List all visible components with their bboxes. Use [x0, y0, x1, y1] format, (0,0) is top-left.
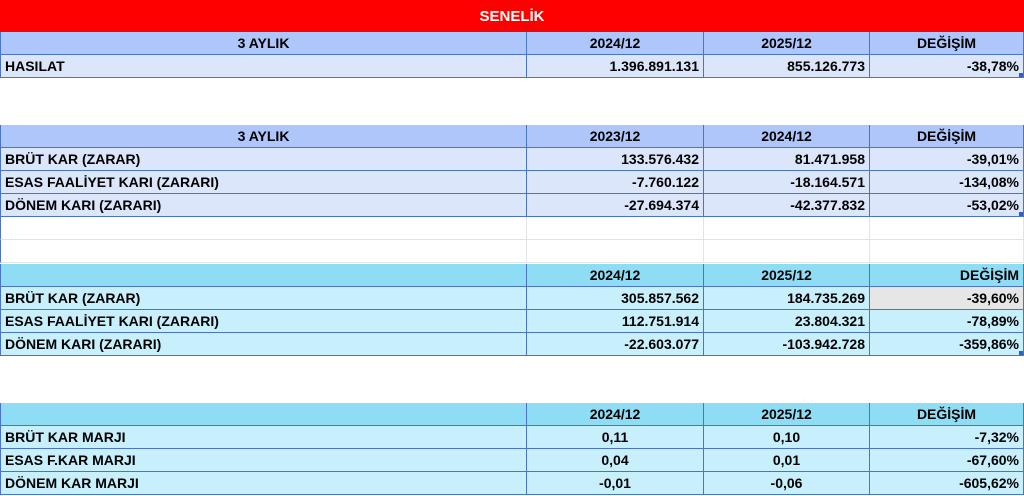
table-row: BRÜT KAR (ZARAR) 305.857.562 184.735.269…: [0, 287, 1024, 310]
value-cell[interactable]: 855.126.773: [704, 55, 870, 78]
header-cell-period2[interactable]: 2024/12: [704, 125, 870, 148]
value-cell[interactable]: 0,04: [527, 449, 704, 472]
empty-row: [0, 240, 1024, 263]
header-cell-period2[interactable]: 2025/12: [704, 32, 870, 55]
row-label-cell[interactable]: BRÜT KAR (ZARAR): [0, 148, 527, 171]
change-cell[interactable]: -134,08%: [870, 171, 1024, 194]
header-cell-change[interactable]: DEĞİŞİM: [870, 32, 1024, 55]
table-row: DÖNEM KARI (ZARARI) -22.603.077 -103.942…: [0, 333, 1024, 356]
row-label-cell[interactable]: HASILAT: [0, 55, 527, 78]
section2-header-row: 3 AYLIK 2023/12 2024/12 DEĞİŞİM: [0, 125, 1024, 148]
value-cell[interactable]: -22.603.077: [527, 333, 704, 356]
empty-cell[interactable]: [527, 217, 704, 240]
row-label-cell[interactable]: DÖNEM KAR MARJI: [0, 472, 527, 495]
value-cell[interactable]: 0,01: [704, 449, 870, 472]
table-row: ESAS F.KAR MARJI 0,04 0,01 -67,60%: [0, 449, 1024, 472]
value-cell[interactable]: 0,10: [704, 426, 870, 449]
row-label-cell[interactable]: ESAS F.KAR MARJI: [0, 449, 527, 472]
value-cell[interactable]: 133.576.432: [527, 148, 704, 171]
header-cell-period1[interactable]: 2024/12: [527, 403, 704, 426]
row-label-cell[interactable]: ESAS FAALİYET KARI (ZARARI): [0, 171, 527, 194]
spreadsheet: SENELİK 3 AYLIK 2024/12 2025/12 DEĞİŞİM …: [0, 0, 1024, 496]
table-row: BRÜT KAR (ZARAR) 133.576.432 81.471.958 …: [0, 148, 1024, 171]
value-cell[interactable]: 23.804.321: [704, 310, 870, 333]
value-cell[interactable]: 1.396.891.131: [527, 55, 704, 78]
header-cell-period1[interactable]: 2024/12: [527, 32, 704, 55]
empty-cell[interactable]: [870, 240, 1024, 263]
table-row: HASILAT 1.396.891.131 855.126.773 -38,78…: [0, 55, 1024, 78]
value-cell[interactable]: -42.377.832: [704, 194, 870, 217]
change-cell[interactable]: -605,62%: [870, 472, 1024, 495]
table-row: BRÜT KAR MARJI 0,11 0,10 -7,32%: [0, 426, 1024, 449]
header-cell-label[interactable]: [0, 403, 527, 426]
sheet-title[interactable]: SENELİK: [0, 0, 1024, 32]
empty-cell[interactable]: [704, 240, 870, 263]
value-cell[interactable]: 81.471.958: [704, 148, 870, 171]
row-label-cell[interactable]: ESAS FAALİYET KARI (ZARARI): [0, 310, 527, 333]
row-label-cell[interactable]: BRÜT KAR (ZARAR): [0, 287, 527, 310]
header-cell-label[interactable]: [0, 264, 527, 287]
change-cell[interactable]: -67,60%: [870, 449, 1024, 472]
value-cell[interactable]: -103.942.728: [704, 333, 870, 356]
row-label-cell[interactable]: DÖNEM KARI (ZARARI): [0, 333, 527, 356]
row-label-cell[interactable]: BRÜT KAR MARJI: [0, 426, 527, 449]
change-cell[interactable]: -38,78%: [870, 55, 1024, 78]
section3-header-row: 2024/12 2025/12 DEĞİŞİM: [0, 264, 1024, 287]
row-label-cell[interactable]: DÖNEM KARI (ZARARI): [0, 194, 527, 217]
value-cell[interactable]: 184.735.269: [704, 287, 870, 310]
value-cell[interactable]: -27.694.374: [527, 194, 704, 217]
change-cell[interactable]: -359,86%: [870, 333, 1024, 356]
table-row: DÖNEM KAR MARJI -0,01 -0,06 -605,62%: [0, 472, 1024, 495]
table-row: DÖNEM KARI (ZARARI) -27.694.374 -42.377.…: [0, 194, 1024, 217]
header-cell-change[interactable]: DEĞİŞİM: [870, 125, 1024, 148]
value-cell[interactable]: 0,11: [527, 426, 704, 449]
change-cell[interactable]: -39,01%: [870, 148, 1024, 171]
table-row: ESAS FAALİYET KARI (ZARARI) -7.760.122 -…: [0, 171, 1024, 194]
header-cell-change[interactable]: DEĞİŞİM: [870, 264, 1024, 287]
change-cell[interactable]: -39,60%: [870, 287, 1024, 310]
section1-header-row: 3 AYLIK 2024/12 2025/12 DEĞİŞİM: [0, 32, 1024, 55]
header-cell-period2[interactable]: 2025/12: [704, 264, 870, 287]
header-cell-period1[interactable]: 2023/12: [527, 125, 704, 148]
change-cell[interactable]: -53,02%: [870, 194, 1024, 217]
table-row: ESAS FAALİYET KARI (ZARARI) 112.751.914 …: [0, 310, 1024, 333]
value-cell[interactable]: -7.760.122: [527, 171, 704, 194]
header-cell-period2[interactable]: 2025/12: [704, 403, 870, 426]
empty-cell[interactable]: [0, 217, 527, 240]
value-cell[interactable]: -18.164.571: [704, 171, 870, 194]
change-cell[interactable]: -78,89%: [870, 310, 1024, 333]
empty-cell[interactable]: [870, 217, 1024, 240]
header-cell-period1[interactable]: 2024/12: [527, 264, 704, 287]
empty-cell[interactable]: [527, 240, 704, 263]
change-cell[interactable]: -7,32%: [870, 426, 1024, 449]
value-cell[interactable]: -0,06: [704, 472, 870, 495]
header-cell-label[interactable]: 3 AYLIK: [0, 125, 527, 148]
value-cell[interactable]: -0,01: [527, 472, 704, 495]
empty-cell[interactable]: [0, 240, 527, 263]
header-cell-change[interactable]: DEĞİŞİM: [870, 403, 1024, 426]
section4-header-row: 2024/12 2025/12 DEĞİŞİM: [0, 403, 1024, 426]
empty-cell[interactable]: [704, 217, 870, 240]
value-cell[interactable]: 305.857.562: [527, 287, 704, 310]
value-cell[interactable]: 112.751.914: [527, 310, 704, 333]
empty-row: [0, 217, 1024, 240]
header-cell-label[interactable]: 3 AYLIK: [0, 32, 527, 55]
